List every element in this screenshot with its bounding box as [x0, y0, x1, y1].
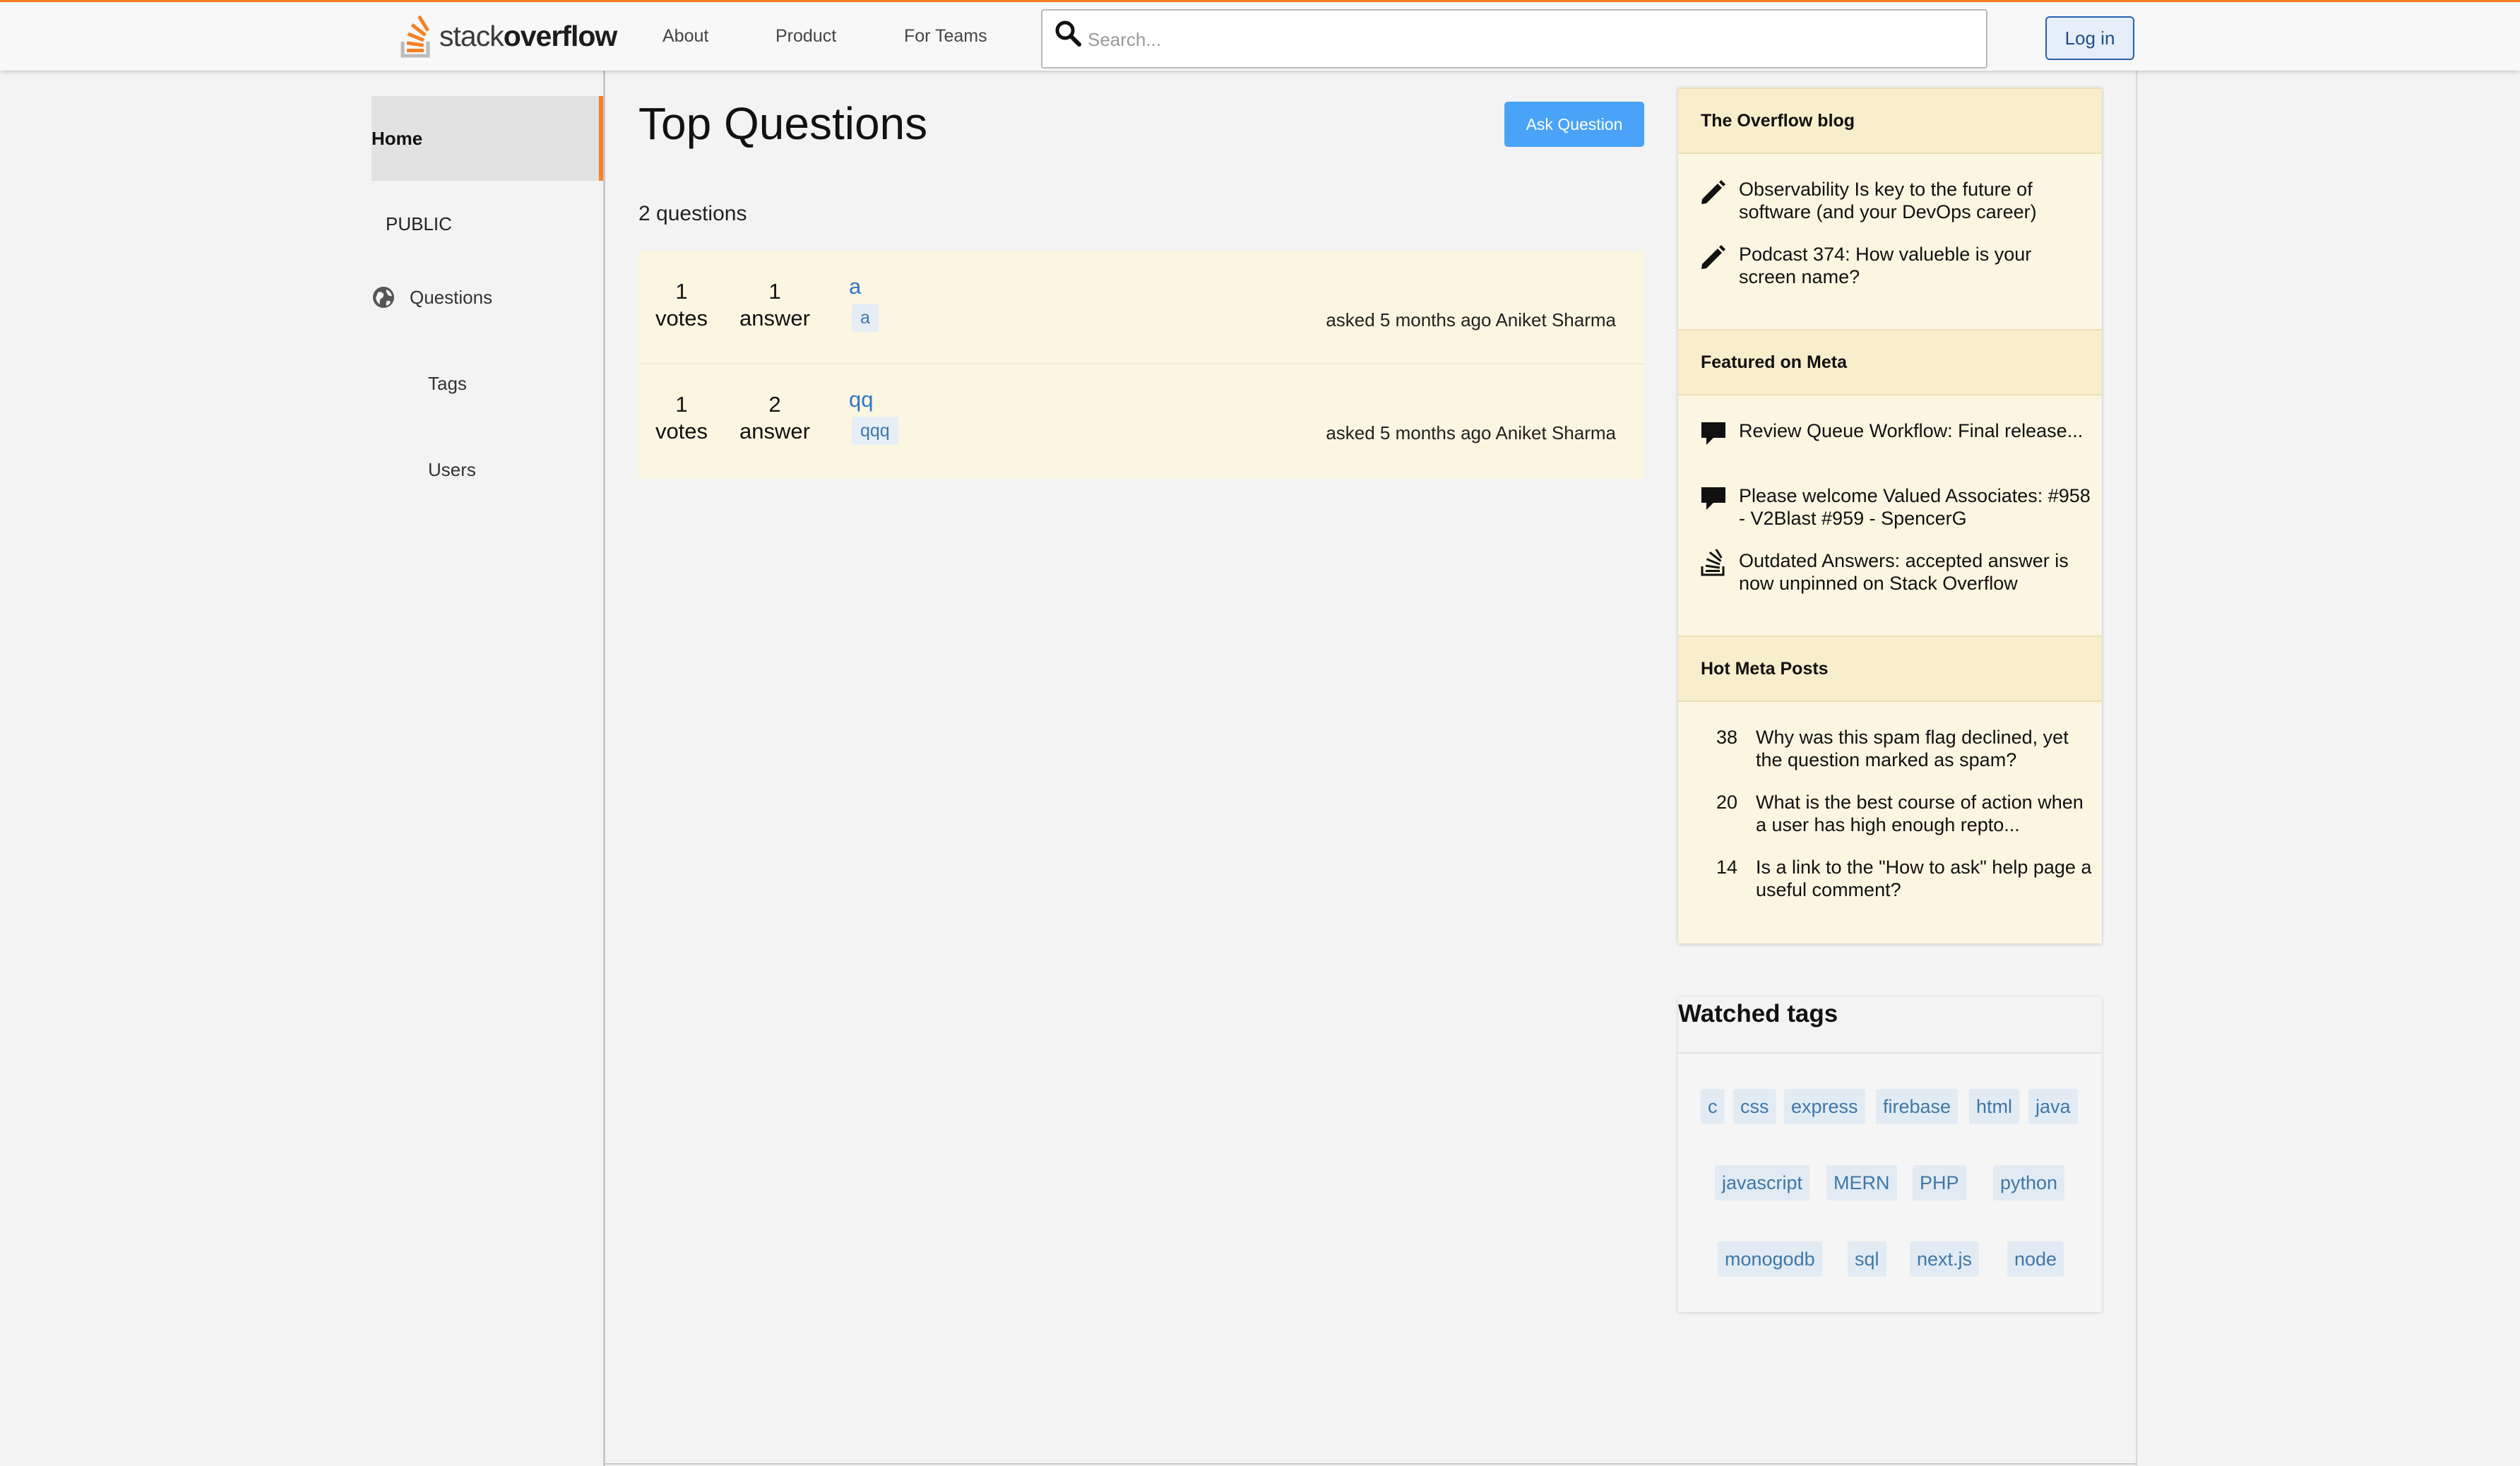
question-author[interactable]: Aniket Sharma	[1495, 309, 1616, 330]
login-button[interactable]: Log in	[2045, 16, 2134, 60]
sidebar-item-questions-label: Questions	[410, 286, 493, 308]
asked-time: asked 5 months ago	[1326, 422, 1492, 443]
hot-post-count: 20	[1716, 792, 1737, 813]
question-meta: asked 5 months ago Aniket Sharma	[1326, 309, 1616, 331]
question-title-link[interactable]: a	[849, 274, 861, 299]
watched-tag[interactable]: c	[1701, 1089, 1725, 1124]
comment-icon	[1701, 422, 1725, 445]
globe-icon	[373, 287, 394, 308]
watched-tags-heading: Watched tags	[1678, 997, 2102, 1054]
pencil-icon	[1701, 180, 1725, 204]
hot-meta-heading: Hot Meta Posts	[1678, 636, 2102, 702]
sidebar-item-users[interactable]: Users	[428, 459, 476, 481]
meta-item-text: Review Queue Workflow: Final release...	[1739, 420, 2084, 441]
watched-tag[interactable]: express	[1784, 1089, 1865, 1124]
vote-label: votes	[655, 419, 708, 443]
vote-count: 1 votes	[650, 391, 713, 445]
sidebar-item-tags[interactable]: Tags	[428, 373, 467, 395]
sidebar-item-questions[interactable]: Questions	[372, 285, 492, 309]
question-list: 1 votes 1 answer a a asked 5 months ago A…	[638, 251, 1644, 479]
answer-label: answer	[739, 419, 810, 443]
answer-count: 2 answer	[729, 391, 821, 445]
blog-heading: The Overflow blog	[1678, 88, 2102, 154]
search-icon	[1055, 20, 1081, 47]
nav-product[interactable]: Product	[775, 26, 836, 47]
hot-post-text: What is the best course of action when a…	[1756, 792, 2084, 835]
watched-tag[interactable]: MERN	[1826, 1165, 1897, 1200]
answer-number: 2	[768, 392, 781, 417]
ask-question-button[interactable]: Ask Question	[1504, 102, 1644, 147]
nav-for-teams[interactable]: For Teams	[904, 26, 987, 47]
search-input[interactable]	[1086, 20, 1937, 59]
blog-item-text: Podcast 374: How valueble is your screen…	[1739, 244, 2032, 287]
vote-number: 1	[675, 279, 688, 304]
question-author[interactable]: Aniket Sharma	[1495, 422, 1616, 443]
question-tag[interactable]: qqq	[852, 417, 898, 445]
hot-post-text: Why was this spam flag declined, yet the…	[1756, 727, 2069, 770]
vote-label: votes	[655, 306, 708, 330]
watched-tag[interactable]: python	[1993, 1165, 2065, 1200]
watched-tags-widget: Watched tags c css express firebase html…	[1678, 997, 2102, 1312]
bottom-divider	[603, 1463, 2137, 1465]
right-divider	[2136, 71, 2137, 1466]
meta-item-text: Outdated Answers: accepted answer is now…	[1739, 550, 2069, 594]
asked-time: asked 5 months ago	[1326, 309, 1492, 330]
top-navbar: stackoverflow About Product For Teams Lo…	[0, 0, 2520, 71]
pencil-icon	[1701, 245, 1725, 269]
answer-number: 1	[768, 279, 781, 304]
logo-text: stackoverflow	[439, 19, 617, 52]
question-row: 1 votes 1 answer a a asked 5 months ago A…	[638, 251, 1644, 364]
blog-item-text: Observability Is key to the future of so…	[1739, 179, 2037, 222]
sidebar-item-home[interactable]: Home	[372, 96, 603, 181]
watched-tag[interactable]: node	[2007, 1241, 2064, 1277]
stack-exchange-icon	[1701, 549, 1725, 576]
watched-tag[interactable]: sql	[1848, 1241, 1886, 1277]
answer-count: 1 answer	[729, 278, 821, 332]
stackoverflow-logo[interactable]: stackoverflow	[398, 13, 617, 59]
nav-about[interactable]: About	[662, 26, 708, 47]
sidebar-widget: The Overflow blog Observability Is key t…	[1678, 88, 2102, 943]
answer-label: answer	[739, 306, 810, 330]
question-count: 2 questions	[638, 202, 747, 225]
watched-tag[interactable]: PHP	[1913, 1165, 1966, 1200]
hot-post-text: Is a link to the "How to ask" help page …	[1756, 857, 2092, 900]
watched-tag[interactable]: firebase	[1876, 1089, 1959, 1124]
stackoverflow-logo-icon	[400, 15, 430, 58]
watched-tag[interactable]: monogodb	[1718, 1241, 1822, 1277]
question-title-link[interactable]: qq	[849, 387, 873, 412]
hot-post-count: 14	[1716, 857, 1737, 878]
question-tag[interactable]: a	[852, 304, 879, 332]
left-divider	[603, 71, 605, 1466]
watched-tag[interactable]: html	[1969, 1089, 2020, 1124]
vote-number: 1	[675, 392, 688, 417]
search-bar[interactable]	[1041, 9, 1987, 68]
featured-meta-heading: Featured on Meta	[1678, 329, 2102, 395]
sidebar-section-public: PUBLIC	[386, 213, 452, 234]
meta-item-text: Please welcome Valued Associates: #958 -…	[1739, 485, 2091, 529]
watched-tag[interactable]: java	[2028, 1089, 2078, 1124]
comment-icon	[1701, 487, 1725, 510]
question-row: 1 votes 2 answer qq qqq asked 5 months a…	[638, 364, 1644, 479]
watched-tag[interactable]: javascript	[1715, 1165, 1810, 1200]
watched-tag[interactable]: css	[1733, 1089, 1776, 1124]
watched-tag[interactable]: next.js	[1910, 1241, 1980, 1277]
vote-count: 1 votes	[650, 278, 713, 332]
hot-post-count: 38	[1716, 727, 1737, 748]
page-title: Top Questions	[638, 98, 928, 149]
question-meta: asked 5 months ago Aniket Sharma	[1326, 422, 1616, 444]
